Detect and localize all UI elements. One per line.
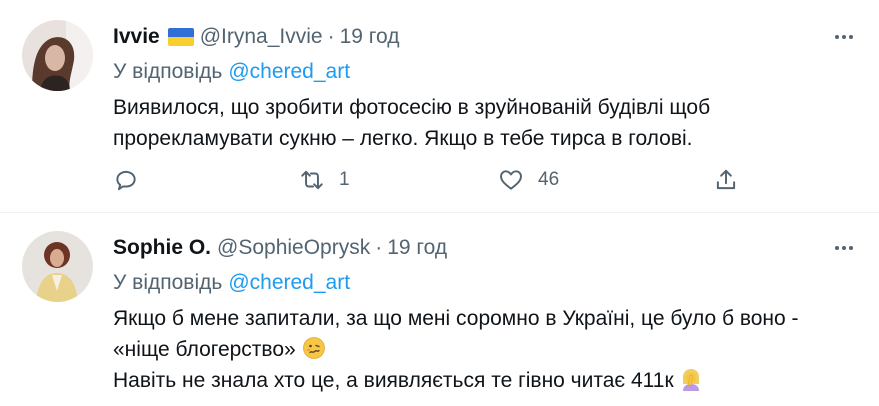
heart-icon (500, 170, 522, 190)
tweet-text-line: «ніще блогерство» (113, 338, 296, 361)
mention-link[interactable]: @chered_art (228, 60, 350, 83)
tweet-text-line: Виявилося, що зробити фотосесію в зруйно… (113, 96, 711, 119)
more-options-icon[interactable] (829, 24, 859, 50)
action-bar: 1 46 (113, 163, 859, 197)
separator-dot: · (327, 25, 335, 48)
tweet-text-line: Якщо б мене запитали, за що мені соромно… (113, 307, 799, 330)
tweet-text: Якщо б мене запитали, за що мені соромно… (113, 303, 859, 396)
user-handle[interactable]: @Iryna_Ivvie (200, 25, 323, 49)
mention-link[interactable]: @chered_art (228, 271, 350, 294)
reply-prefix: У відповідь (113, 271, 223, 294)
ukraine-flag-icon (167, 28, 194, 46)
reply-context: У відповідь @chered_art (113, 271, 859, 299)
tweet-text-line: прорекламувати сукню – легко. Якщо в теб… (113, 127, 693, 150)
more-options-icon[interactable] (829, 235, 859, 261)
display-name[interactable]: Sophie O. (113, 236, 211, 260)
like-count: 46 (538, 169, 560, 190)
reply-prefix: У відповідь (113, 60, 223, 83)
reply-icon (116, 170, 136, 191)
tweet-text: Виявилося, що зробити фотосесію в зруйно… (113, 92, 859, 154)
user-handle[interactable]: @SophieOprysk (217, 236, 370, 260)
share-icon (716, 169, 736, 190)
woman-facepalming-emoji (683, 369, 700, 391)
tweet[interactable]: Sophie O. @SophieOprysk · 19 год У відпо… (0, 213, 879, 406)
woozy-face-emoji (302, 337, 325, 359)
timestamp[interactable]: 19 год (387, 236, 447, 260)
like-button[interactable]: 46 (498, 167, 559, 193)
tweet[interactable]: Ivvie @Iryna_Ivvie · 19 год У відповідь @… (0, 0, 879, 213)
retweet-button[interactable]: 1 (299, 167, 350, 193)
reply-context: У відповідь @chered_art (113, 60, 859, 88)
avatar[interactable] (22, 20, 93, 91)
avatar[interactable] (22, 231, 93, 302)
retweet-icon (301, 170, 323, 190)
timestamp[interactable]: 19 год (340, 25, 400, 49)
retweet-count: 1 (339, 169, 350, 190)
tweet-text-line: Навіть не знала хто це, а виявляється те… (113, 369, 674, 392)
share-button[interactable] (713, 167, 739, 193)
display-name[interactable]: Ivvie (113, 25, 160, 49)
reply-button[interactable] (113, 167, 139, 193)
separator-dot: · (375, 236, 383, 259)
